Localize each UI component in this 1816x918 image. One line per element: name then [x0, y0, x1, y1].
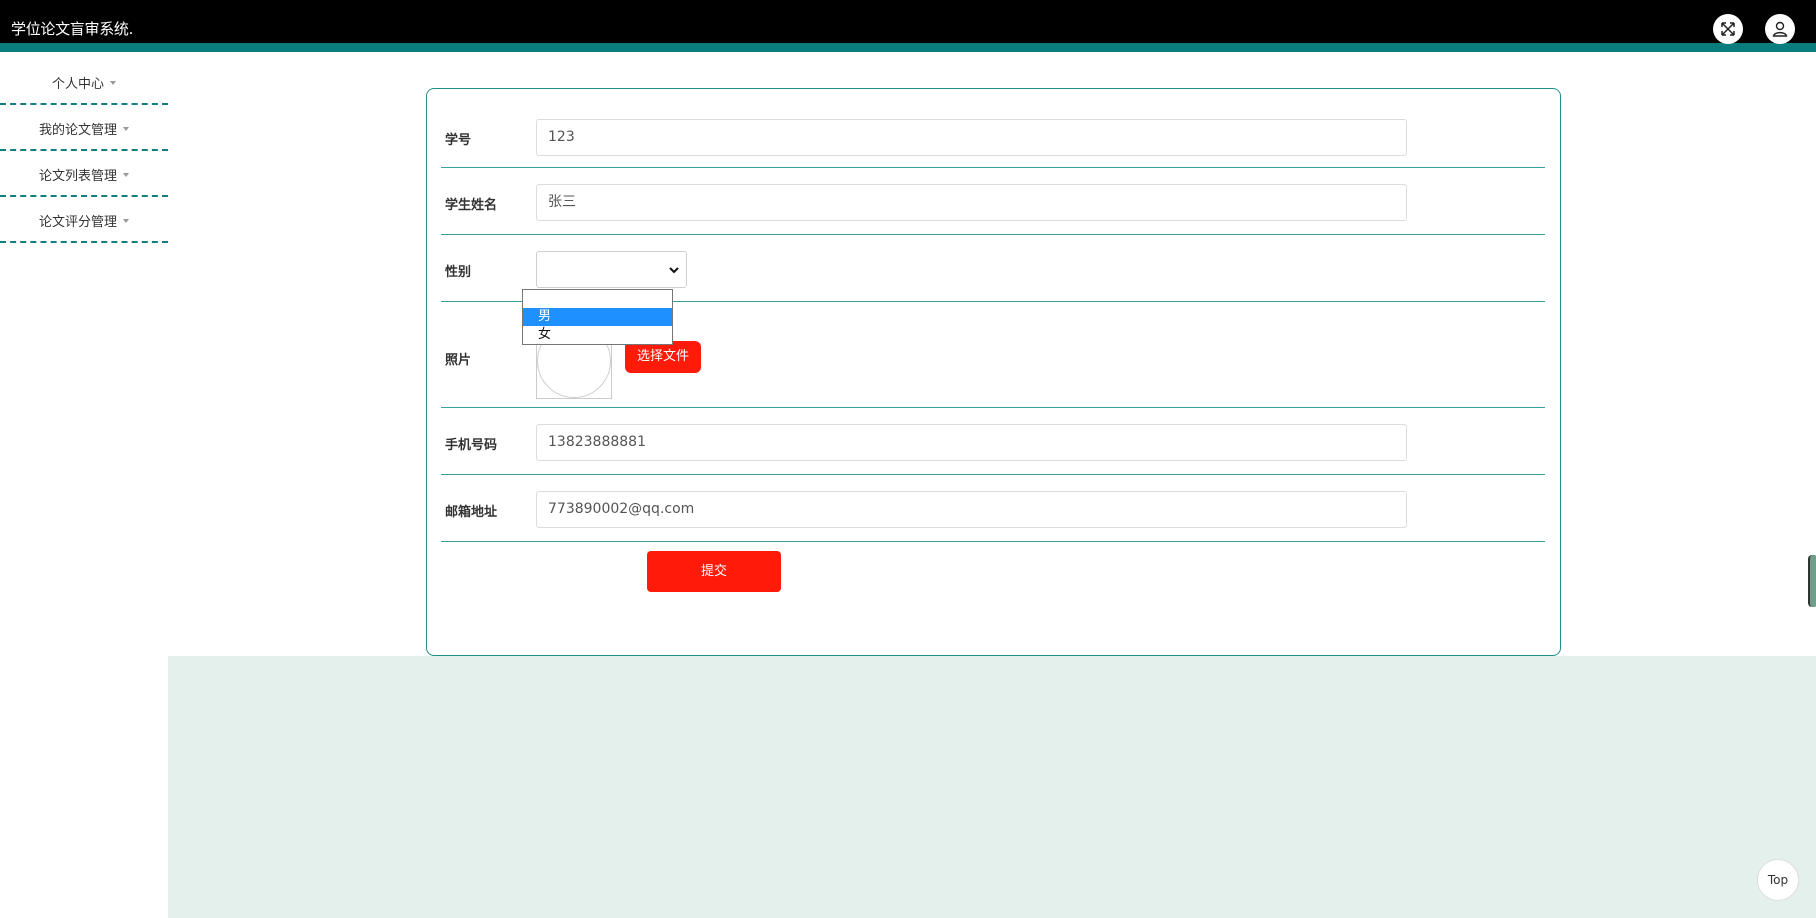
sidebar-item-thesis-list[interactable]: 论文列表管理	[0, 153, 168, 197]
gender-option-male[interactable]: 男	[523, 308, 672, 326]
form-row-email: 邮箱地址 773890002@qq.com	[441, 474, 1545, 542]
scrollbar-thumb[interactable]	[1808, 555, 1816, 607]
sidebar-item-label: 我的论文管理	[38, 122, 117, 138]
sidebar-item-my-thesis[interactable]: 我的论文管理	[0, 107, 168, 151]
sidebar: 个人中心 我的论文管理 论文列表管理 论文评分管理	[0, 61, 168, 245]
phone-input[interactable]: 13823888881	[536, 424, 1407, 461]
chevron-down-icon	[669, 267, 679, 274]
sidebar-item-label: 个人中心	[51, 76, 104, 92]
choose-file-button[interactable]: 选择文件	[625, 341, 701, 373]
email-input[interactable]: 773890002@qq.com	[536, 491, 1407, 528]
sidebar-item-label: 论文列表管理	[38, 168, 117, 184]
user-icon[interactable]	[1765, 14, 1795, 44]
sidebar-item-thesis-scoring[interactable]: 论文评分管理	[0, 199, 168, 243]
email-label: 邮箱地址	[445, 505, 498, 520]
form-row-phone: 手机号码 13823888881	[441, 407, 1545, 475]
form-row-student-name: 学生姓名 张三	[441, 167, 1545, 235]
app-title: 学位论文盲审系统.	[11, 20, 134, 38]
student-id-input[interactable]: 123	[536, 119, 1407, 156]
gender-option-empty[interactable]	[523, 290, 672, 308]
student-id-label: 学号	[445, 133, 472, 148]
gender-dropdown-list: 男 女	[522, 289, 673, 345]
avatar-placeholder	[537, 340, 611, 398]
caret-down-icon	[110, 80, 116, 85]
gender-select[interactable]	[536, 251, 687, 288]
sidebar-item-label: 论文评分管理	[38, 214, 117, 230]
student-name-input[interactable]: 张三	[536, 184, 1407, 221]
gender-label: 性别	[445, 265, 472, 280]
back-to-top-button[interactable]: Top	[1757, 859, 1799, 901]
submit-button[interactable]: 提交	[647, 551, 781, 592]
top-bar: 学位论文盲审系统.	[0, 0, 1816, 52]
fullscreen-icon[interactable]	[1713, 14, 1743, 44]
student-name-label: 学生姓名	[445, 198, 498, 213]
phone-label: 手机号码	[445, 438, 498, 453]
content-background	[168, 656, 1816, 918]
caret-down-icon	[123, 172, 129, 177]
photo-preview	[536, 339, 612, 399]
caret-down-icon	[123, 218, 129, 223]
profile-form: 学号 123 学生姓名 张三 性别 照片 选择文件 手机号码 138238888…	[426, 88, 1561, 656]
caret-down-icon	[123, 126, 129, 131]
gender-option-female[interactable]: 女	[523, 326, 672, 344]
photo-label: 照片	[445, 353, 472, 368]
form-row-student-id: 学号 123	[441, 89, 1545, 168]
sidebar-item-personal-center[interactable]: 个人中心	[0, 61, 168, 105]
